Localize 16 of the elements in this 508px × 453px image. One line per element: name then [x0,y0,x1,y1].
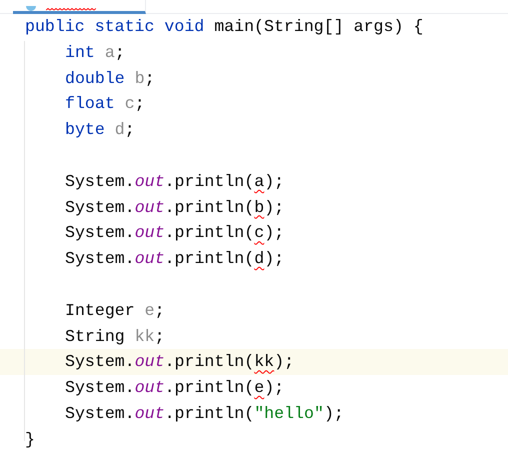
code-line: System.out.println(b); [64,196,286,219]
file-tab[interactable] [13,0,146,14]
code-line: String kk; [64,326,166,348]
code-line: float c; [64,93,146,116]
code-line: System.out.println(a); [64,170,286,193]
code-line: System.out.println("hello"); [64,402,345,425]
code-line: } [24,428,36,451]
file-icon [26,6,36,11]
code-line: System.out.println(c); [64,222,286,244]
code-line: public static void main(String[] args) { [24,16,424,38]
code-line: byte d; [64,119,136,142]
code-line: int a; [64,42,126,64]
code-line: double b; [64,68,156,90]
code-line: System.out.println(e); [64,377,286,400]
code-line: System.out.println(d); [64,248,286,270]
code-line: Integer e; [64,300,166,322]
